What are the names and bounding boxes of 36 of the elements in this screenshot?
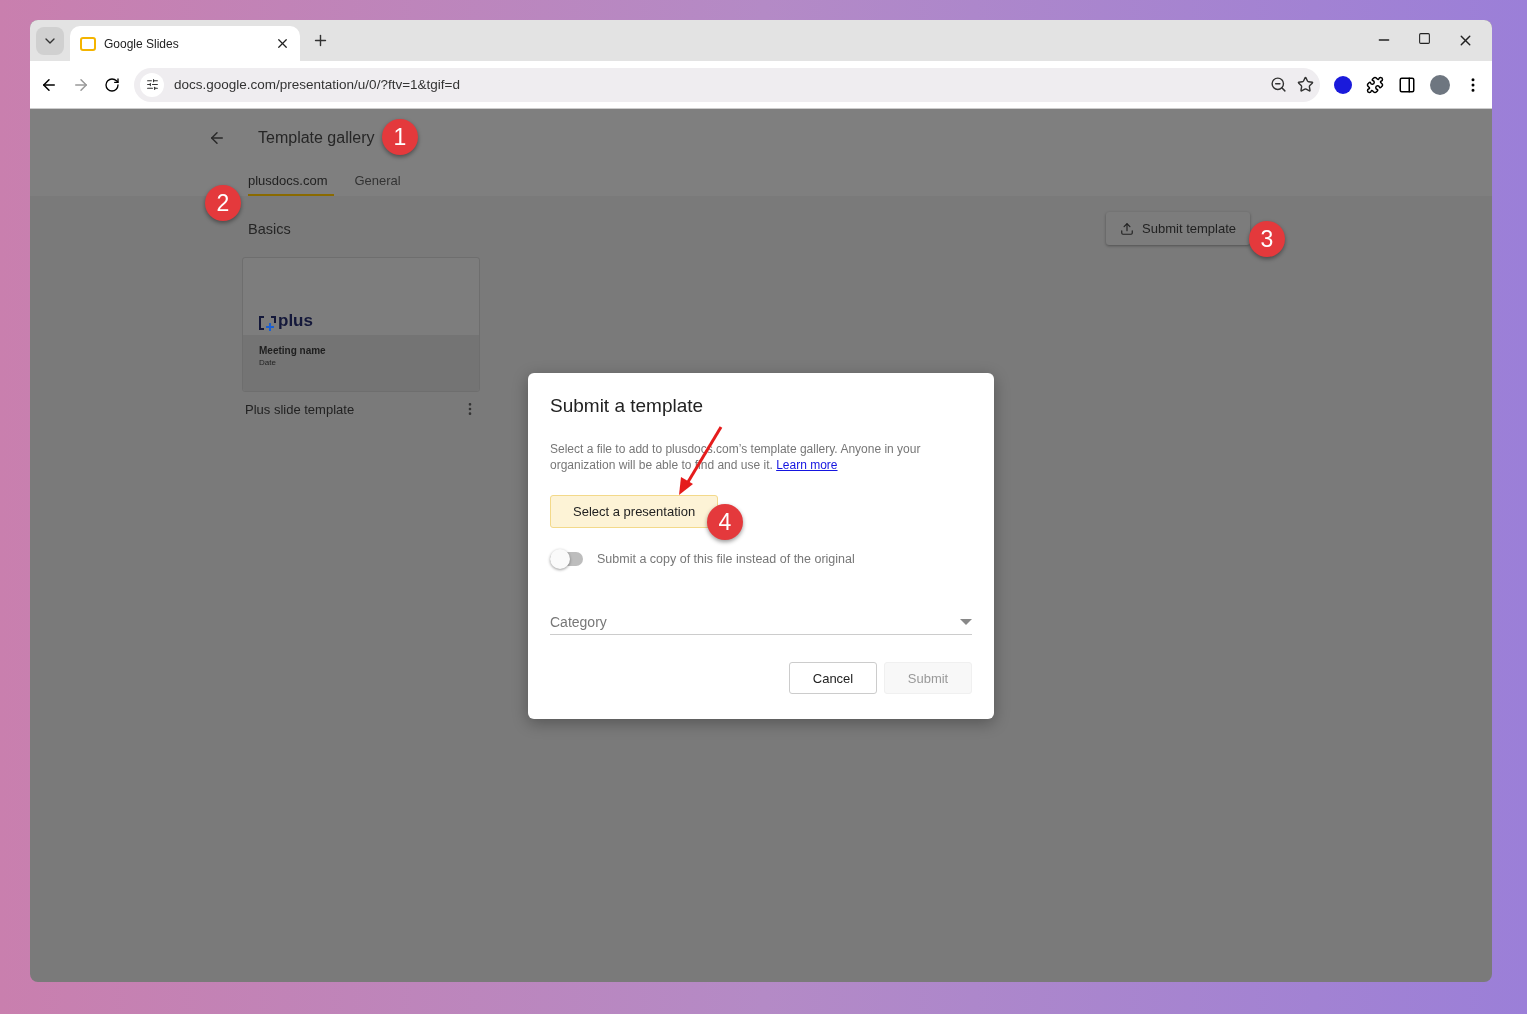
zoom-icon[interactable] <box>1270 76 1287 93</box>
slides-icon <box>80 36 96 51</box>
tab[interactable]: General <box>354 173 408 196</box>
logo-text: plus <box>278 311 313 331</box>
template-thumbnail[interactable]: plus Meeting name Date <box>242 257 480 392</box>
cancel-button[interactable]: Cancel <box>789 662 877 694</box>
tab-list-button[interactable] <box>36 26 64 55</box>
star-icon[interactable] <box>1297 76 1314 93</box>
copy-toggle[interactable] <box>550 552 583 566</box>
template-name: Plus slide template <box>245 401 355 417</box>
category-select[interactable]: Category <box>550 614 972 635</box>
slide-subtitle: Date <box>259 358 277 367</box>
reload-icon[interactable] <box>104 76 120 93</box>
upload-icon <box>1120 221 1135 236</box>
extension-icon[interactable] <box>1334 75 1352 94</box>
toggle-label: Submit a copy of this file instead of the original <box>597 552 855 566</box>
dropdown-icon <box>960 619 972 625</box>
extensions-icon[interactable] <box>1366 75 1384 94</box>
select-presentation-button[interactable]: Select a presentation <box>550 495 719 528</box>
browser-tab[interactable]: Google Slides <box>70 26 300 61</box>
section-heading: Basics <box>248 220 291 237</box>
slide-heading: Meeting name <box>259 345 327 356</box>
side-panel-icon[interactable] <box>1398 75 1416 94</box>
submit-template-button[interactable]: Submit template <box>1106 212 1250 245</box>
dialog-title: Submit a template <box>550 395 705 417</box>
site-settings-icon[interactable] <box>145 78 159 91</box>
close-icon[interactable] <box>275 36 290 51</box>
learn-more-link[interactable]: Learn more <box>776 458 838 472</box>
tab[interactable]: plusdocs.com <box>248 173 335 196</box>
step-badge: 3 <box>1249 221 1285 257</box>
address-bar[interactable]: docs.google.com/presentation/u/0/?ftv=1&tgif=d <box>134 67 1320 102</box>
step-badge: 2 <box>205 185 241 221</box>
page-title: Template gallery <box>258 129 375 147</box>
maximize-icon[interactable] <box>1418 32 1431 45</box>
logo-icon <box>259 315 276 331</box>
avatar-icon[interactable] <box>1430 74 1450 95</box>
